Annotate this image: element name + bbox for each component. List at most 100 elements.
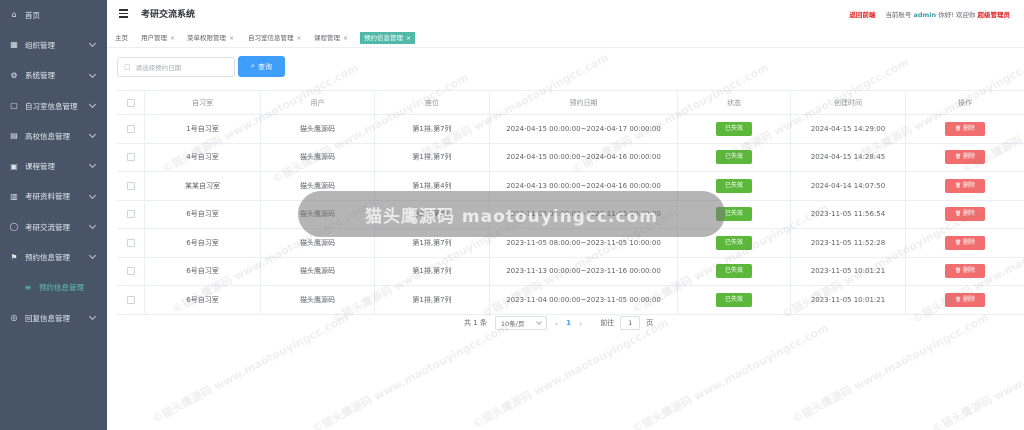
table-row: 6号自习室 猫头鹰源码 第1排,第7列 2023-11-04 00:00:00~202… bbox=[117, 286, 1024, 315]
room-cell: 6号自习室 bbox=[145, 286, 261, 315]
row-checkbox-cell bbox=[117, 229, 145, 258]
close-icon[interactable]: × bbox=[297, 35, 302, 42]
tab-4[interactable]: 课程管理 × bbox=[310, 32, 352, 44]
sidebar-item-6[interactable]: ▥ 考研资料管理 bbox=[0, 182, 107, 212]
sidebar-item-0[interactable]: ⌂ 首页 bbox=[0, 0, 107, 30]
next-page-icon[interactable]: › bbox=[579, 319, 582, 328]
tab-5[interactable]: 预约信息管理 × bbox=[360, 32, 416, 44]
status-cell: 已失效 bbox=[678, 286, 791, 315]
row-checkbox[interactable] bbox=[126, 267, 135, 276]
status-badge: 已失效 bbox=[715, 264, 752, 279]
grid-icon: ▦ bbox=[10, 40, 18, 50]
search-button[interactable]: ⌕ 查询 bbox=[238, 56, 285, 77]
sidebar-item-9[interactable]: ≡ 预约信息管理 bbox=[0, 273, 107, 303]
chevron-down-icon bbox=[88, 70, 97, 78]
tab-3[interactable]: 自习室信息管理 × bbox=[244, 32, 306, 44]
action-cell: 🗑 删除 bbox=[906, 258, 1024, 286]
flag-icon: ⚑ bbox=[10, 252, 18, 262]
status-badge: 已失效 bbox=[715, 150, 752, 165]
tab-label: 菜单权限管理 bbox=[187, 34, 226, 42]
delete-button[interactable]: 🗑 删除 bbox=[945, 178, 985, 193]
row-checkbox[interactable] bbox=[126, 210, 135, 219]
pagination: 共 1 条 10条/页 ‹ 1 › 前往 1 页 bbox=[464, 316, 653, 330]
sidebar-item-1[interactable]: ▦ 组织管理 bbox=[0, 30, 107, 60]
table-row: 1号自习室 猫头鹰源码 第1排,第7列 2024-04-15 00:00:00~202… bbox=[117, 115, 1024, 144]
tab-1[interactable]: 用户管理 × bbox=[137, 32, 179, 44]
delete-label: 删除 bbox=[962, 210, 975, 218]
column-header: 预约日期 bbox=[490, 91, 678, 115]
select-all-checkbox[interactable] bbox=[126, 98, 135, 107]
room-cell: 6号自习室 bbox=[145, 200, 261, 229]
status-cell: 已失效 bbox=[678, 257, 791, 286]
close-icon[interactable]: × bbox=[406, 35, 411, 42]
table-row: 6号自习室 猫头鹰源码 第1排,第7列 2023-11-13 00:00:00~202… bbox=[117, 257, 1024, 286]
sidebar-item-label: 考研交流管理 bbox=[25, 222, 70, 232]
row-checkbox-cell bbox=[117, 257, 145, 286]
sidebar-item-label: 首页 bbox=[25, 10, 40, 20]
status-cell: 已失效 bbox=[678, 172, 791, 201]
sidebar-item-5[interactable]: ▣ 课程管理 bbox=[0, 151, 107, 181]
row-checkbox[interactable] bbox=[126, 153, 135, 162]
sidebar-item-2[interactable]: ⚙ 系统管理 bbox=[0, 61, 107, 91]
sidebar-item-3[interactable]: ▢ 自习室信息管理 bbox=[0, 91, 107, 121]
delete-button[interactable]: 🗑 删除 bbox=[945, 121, 985, 136]
goto-page-input[interactable]: 1 bbox=[620, 316, 641, 330]
tab-0[interactable]: 主页 bbox=[111, 32, 132, 44]
sidebar-item-label: 回复信息管理 bbox=[25, 313, 70, 323]
row-checkbox[interactable] bbox=[126, 238, 135, 247]
action-cell: 🗑 删除 bbox=[906, 172, 1024, 201]
sidebar-item-7[interactable]: ◯ 考研交流管理 bbox=[0, 212, 107, 242]
user-cell: 猫头鹰源码 bbox=[261, 143, 375, 172]
chevron-down-icon bbox=[88, 312, 97, 321]
trash-icon: 🗑 bbox=[955, 182, 963, 189]
delete-button[interactable]: 🗑 删除 bbox=[945, 264, 985, 279]
delete-label: 删除 bbox=[962, 295, 975, 303]
building-icon: ▤ bbox=[10, 131, 18, 141]
chevron-down-icon bbox=[88, 252, 97, 260]
sidebar-item-label: 高校信息管理 bbox=[25, 131, 70, 141]
sidebar: ⌂ 首页 ▦ 组织管理 ⚙ 系统管理 ▢ 自习室信息管理 ▤ 高校信息管理 ▣ 课程管理 ▥ 考研资料管理… bbox=[0, 0, 107, 430]
date-search-input[interactable]: ▢ 请选择预约日期 bbox=[117, 57, 235, 77]
delete-label: 删除 bbox=[962, 153, 975, 161]
tab-2[interactable]: 菜单权限管理 × bbox=[183, 32, 238, 44]
delete-button[interactable]: 🗑 删除 bbox=[945, 150, 985, 165]
close-icon[interactable]: × bbox=[229, 35, 234, 42]
prev-page-icon[interactable]: ‹ bbox=[555, 319, 558, 328]
seat-cell: 第1排,第7列 bbox=[375, 229, 490, 258]
page-number-current[interactable]: 1 bbox=[566, 319, 571, 327]
delete-label: 删除 bbox=[962, 238, 975, 246]
sidebar-item-8[interactable]: ⚑ 预约信息管理 bbox=[0, 242, 107, 272]
sidebar-item-10[interactable]: ◎ 回复信息管理 bbox=[0, 303, 107, 333]
close-icon[interactable]: × bbox=[343, 35, 348, 42]
row-checkbox[interactable] bbox=[126, 124, 135, 133]
user-cell: 猫头鹰源码 bbox=[261, 257, 375, 286]
tab-label: 自习室信息管理 bbox=[248, 34, 294, 42]
back-to-frontend-link[interactable]: 返回前端 bbox=[849, 11, 875, 19]
page-size-select[interactable]: 10条/页 bbox=[494, 316, 547, 330]
delete-button[interactable]: 🗑 删除 bbox=[945, 207, 985, 222]
created-cell: 2023-11-05 10:01:21 bbox=[791, 286, 906, 315]
menu-toggle-icon[interactable] bbox=[119, 9, 128, 18]
action-cell: 🗑 删除 bbox=[906, 144, 1024, 172]
home-icon: ⌂ bbox=[11, 10, 17, 20]
chevron-down-icon bbox=[88, 100, 97, 108]
created-cell: 2024-04-15 14:29:00 bbox=[791, 115, 906, 144]
table-row: 4号自习室 猫头鹰源码 第1排,第7列 2024-04-15 00:00:00~202… bbox=[117, 143, 1024, 172]
status-badge: 已失效 bbox=[715, 178, 752, 193]
date-cell: 2023-11-05 00:00:00~2023-11-06 00:00:00 bbox=[490, 200, 678, 229]
seat-cell: 第1排,第7列 bbox=[375, 286, 490, 315]
gear-icon: ⚙ bbox=[10, 70, 18, 80]
watermark-tile: ©猫头鹰源码 www.maotouyingcc.com bbox=[630, 320, 831, 430]
created-cell: 2023-11-05 11:56:54 bbox=[791, 200, 906, 229]
delete-button[interactable]: 🗑 删除 bbox=[945, 292, 985, 307]
sidebar-item-4[interactable]: ▤ 高校信息管理 bbox=[0, 121, 107, 151]
user-cell: 猫头鹰源码 bbox=[261, 200, 375, 229]
close-icon[interactable]: × bbox=[170, 35, 175, 42]
row-checkbox[interactable] bbox=[126, 181, 135, 190]
seat-cell: 第1排,第8列 bbox=[375, 200, 490, 229]
row-checkbox[interactable] bbox=[126, 295, 135, 304]
status-badge: 已失效 bbox=[715, 121, 752, 136]
delete-button[interactable]: 🗑 删除 bbox=[945, 235, 985, 250]
row-checkbox-cell bbox=[117, 200, 145, 229]
chevron-down-icon bbox=[536, 319, 542, 325]
